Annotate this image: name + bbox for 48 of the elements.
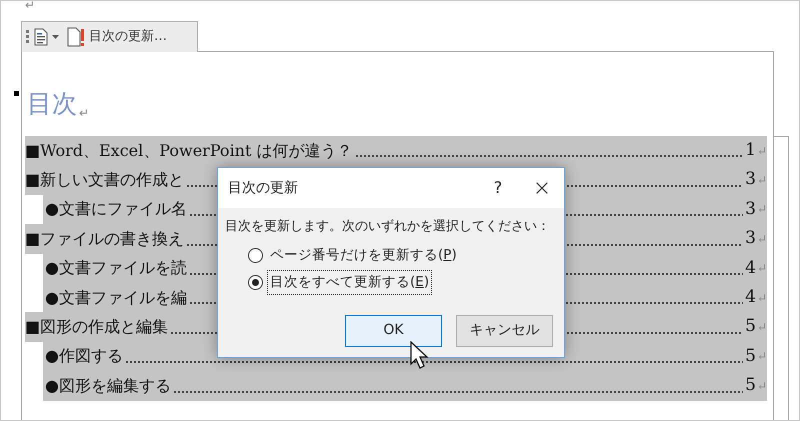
toc-entry-title[interactable]: ●文書ファイルを編 xyxy=(45,286,187,310)
paragraph-mark: ↵ xyxy=(756,144,767,157)
paragraph-mark: ↵ xyxy=(756,203,767,216)
toc-entry-title[interactable]: ■図形の作成と編集 xyxy=(25,315,168,340)
document-warning-icon xyxy=(67,27,85,47)
page-number: 1 xyxy=(745,138,756,162)
toc-entry-title[interactable]: ●文書にファイル名 xyxy=(45,197,187,222)
paragraph-mark: ↵ xyxy=(79,106,90,118)
document-icon xyxy=(34,28,48,46)
page-number: 3 xyxy=(745,227,756,250)
paragraph-mark: ↵ xyxy=(756,174,767,186)
paragraph-mark: ↵ xyxy=(756,262,767,274)
page-number: 5 xyxy=(745,374,756,398)
toc-entry-title[interactable]: ■ファイルの書き換え xyxy=(25,226,184,251)
dialog-title: 目次の更新 xyxy=(228,178,299,198)
page-number: 5 xyxy=(745,344,756,368)
anchor-mark xyxy=(14,91,19,96)
dialog-prompt: 目次を更新します。次のいずれかを選択してください： xyxy=(225,218,550,236)
ok-button[interactable]: OK xyxy=(345,314,442,346)
page-number: 4 xyxy=(745,286,756,309)
help-button[interactable]: ? xyxy=(476,168,520,208)
page-number: 5 xyxy=(745,315,756,338)
toc-entry-title[interactable]: ●図形を編集する xyxy=(45,374,171,398)
toc-entry-title[interactable]: ●文書ファイルを読 xyxy=(45,256,187,280)
radio-button[interactable] xyxy=(248,248,263,263)
toc-entry-title[interactable]: ■新しい文書の作成と xyxy=(25,168,184,192)
cancel-button[interactable]: キャンセル xyxy=(456,314,553,346)
close-button[interactable]: × xyxy=(520,168,564,208)
paragraph-mark: ↵ xyxy=(25,1,36,11)
radio-label[interactable]: ページ番号だけを更新する(P) xyxy=(267,243,460,268)
update-table-button[interactable]: 目次の更新… xyxy=(67,27,167,47)
toc-entry-title[interactable]: ●作図する xyxy=(45,344,123,368)
toc-heading: 目次 xyxy=(27,88,77,120)
toc-entry-title[interactable]: ■Word、Excel、PowerPoint は何が違う？ xyxy=(25,138,352,163)
caret-icon xyxy=(52,35,59,39)
paragraph-mark: ↵ xyxy=(756,380,767,392)
page-number: 3 xyxy=(745,198,756,221)
grip-icon xyxy=(26,30,30,44)
paragraph-mark: ↵ xyxy=(756,350,767,362)
paragraph-mark: ↵ xyxy=(756,232,767,245)
page-number: 4 xyxy=(745,256,756,280)
radio-button[interactable] xyxy=(248,274,263,290)
page-number: 3 xyxy=(745,168,756,192)
paragraph-mark: ↵ xyxy=(756,321,767,334)
mouse-pointer-icon xyxy=(410,341,430,371)
radio-label[interactable]: 目次をすべて更新する(E) xyxy=(267,270,432,294)
document-dropdown-button[interactable] xyxy=(34,28,59,46)
paragraph-mark: ↵ xyxy=(756,292,767,304)
